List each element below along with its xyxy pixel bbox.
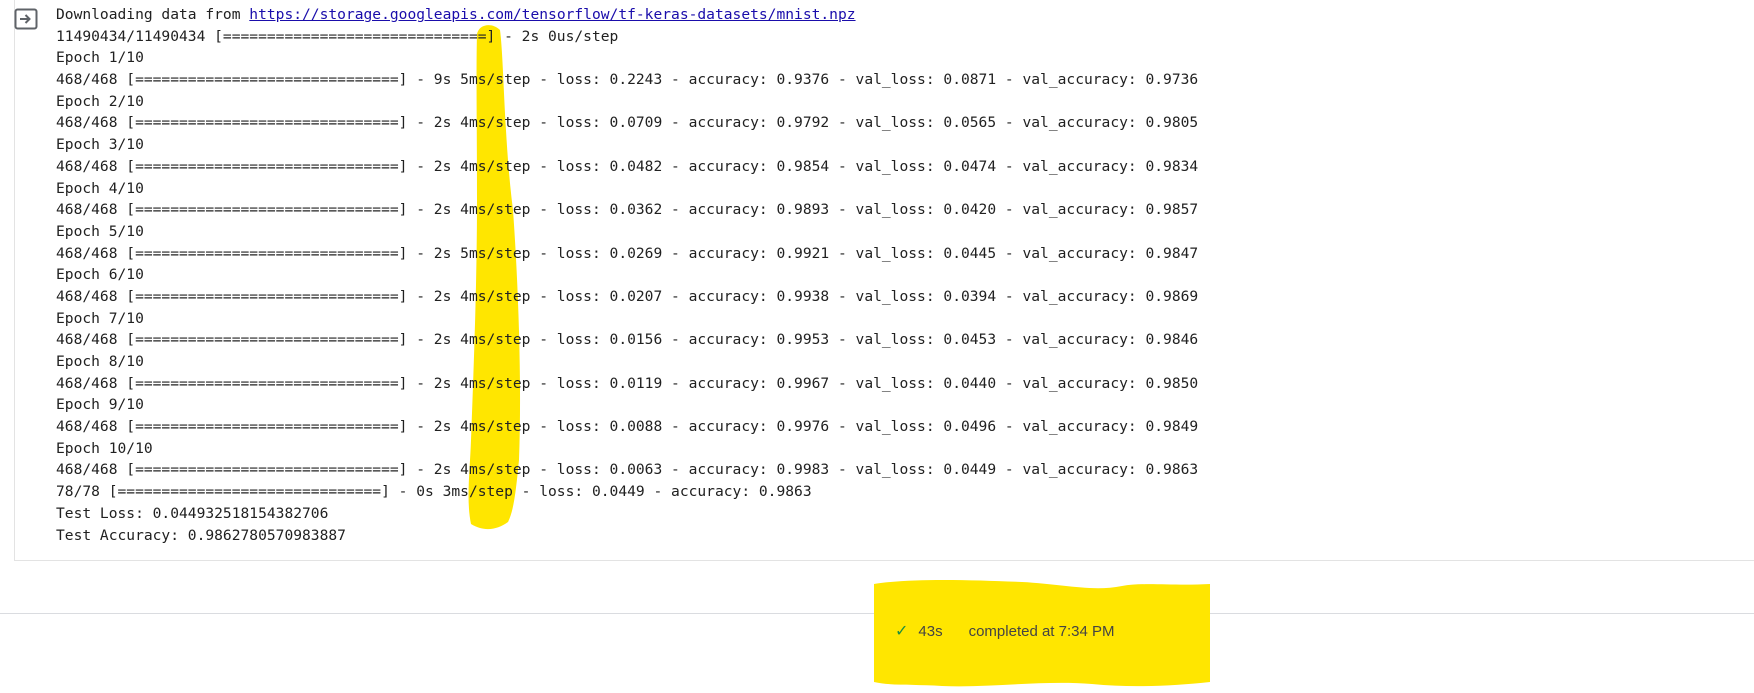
output-line: 468/468 [==============================]…: [56, 157, 1199, 175]
output-line: 11490434/11490434 [=====================…: [56, 27, 619, 45]
output-line: Epoch 10/10: [56, 439, 153, 457]
output-line: Epoch 6/10: [56, 266, 144, 284]
status-bar: ✓ 43s completed at 7:34 PM: [895, 620, 1115, 642]
output-line: 468/468 [==============================]…: [56, 244, 1199, 262]
cell-output-text: Downloading data from https://storage.go…: [56, 4, 1198, 546]
download-line: Downloading data from https://storage.go…: [56, 4, 1198, 26]
output-line: 468/468 [==============================]…: [56, 114, 1199, 132]
output-line: Test Loss: 0.044932518154382706: [56, 504, 329, 522]
output-line: Test Accuracy: 0.9862780570983887: [56, 526, 346, 544]
output-line: 468/468 [==============================]…: [56, 374, 1199, 392]
output-line: 468/468 [==============================]…: [56, 461, 1199, 479]
output-line: Epoch 1/10: [56, 49, 144, 67]
output-line: 468/468 [==============================]…: [56, 331, 1199, 349]
output-line: 468/468 [==============================]…: [56, 418, 1199, 436]
output-line: Epoch 9/10: [56, 396, 144, 414]
output-line: 468/468 [==============================]…: [56, 71, 1199, 89]
output-line: 468/468 [==============================]…: [56, 201, 1199, 219]
completion-time: completed at 7:34 PM: [968, 622, 1115, 640]
check-icon: ✓: [895, 623, 909, 640]
download-url-link[interactable]: https://storage.googleapis.com/tensorflo…: [249, 6, 855, 23]
output-line: Epoch 2/10: [56, 92, 144, 110]
execution-duration: 43s: [918, 622, 943, 640]
output-line: Epoch 8/10: [56, 353, 144, 370]
output-line: 468/468 [==============================]…: [56, 287, 1199, 305]
output-line: Epoch 5/10: [56, 222, 144, 240]
output-line: Epoch 7/10: [56, 309, 144, 327]
output-line: 78/78 [==============================] -…: [56, 483, 812, 501]
output-line: Epoch 4/10: [56, 179, 144, 197]
output-line: Epoch 3/10: [56, 136, 144, 154]
download-prefix: Downloading data from: [56, 6, 250, 23]
